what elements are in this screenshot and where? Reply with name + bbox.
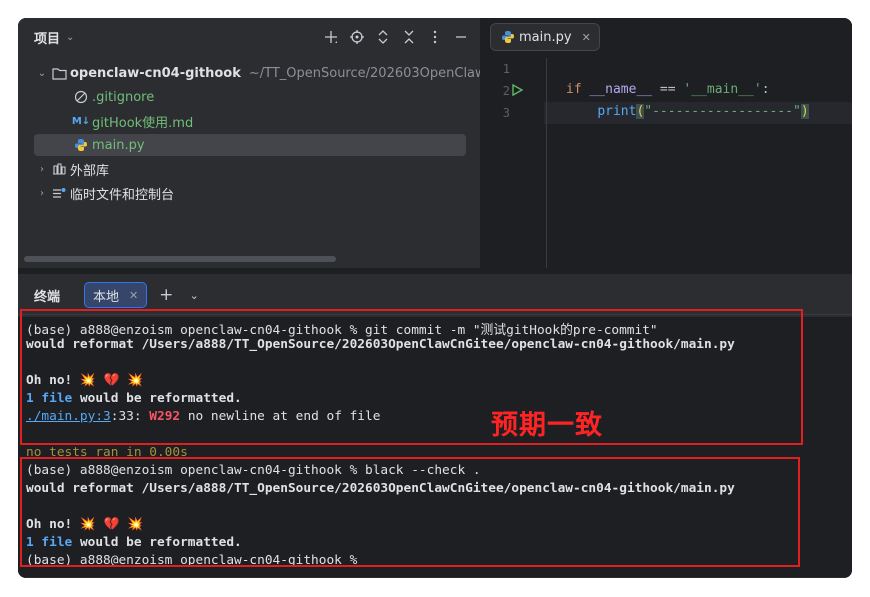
tree-item-external-libraries[interactable]: › 外部库 [34, 158, 109, 180]
tree-item-project-root[interactable]: ⌄ openclaw-cn04-githook ~/TT_OpenSource/… [34, 62, 503, 84]
tree-item-gitignore[interactable]: .gitignore [72, 86, 154, 108]
project-panel-title: 项目 [34, 31, 61, 47]
editor-tab-bar: main.py ✕ [490, 23, 600, 51]
line-number: 1 [502, 62, 510, 76]
tree-item-label: openclaw-cn04-githook [70, 65, 241, 81]
keyword-if: if [566, 82, 582, 97]
string-literal: "------------------" [644, 104, 801, 119]
terminal-tab-label: 本地 [93, 289, 120, 305]
folder-icon [50, 65, 68, 81]
tree-item-label: .gitignore [92, 89, 155, 105]
project-panel-header[interactable]: 项目 ⌄ [34, 28, 75, 47]
annotation-box-black-check [20, 457, 800, 567]
editor-panel: main.py ✕ 1 2 3 if __name__ == '__main__… [484, 18, 852, 268]
scratches-icon [50, 185, 68, 201]
python-file-icon [499, 29, 517, 45]
chevron-down-icon: ⌄ [66, 31, 75, 43]
terminal-title: 终端 [34, 289, 61, 305]
locate-file-icon[interactable] [344, 26, 370, 48]
operator: == [652, 82, 684, 97]
line-number: 2 [502, 84, 510, 98]
project-panel: 项目 ⌄ ⌄ openclaw-cn04-githook ~/TT_OpenSo… [18, 18, 503, 268]
markdown-file-icon: M↓ [71, 115, 91, 127]
run-icon[interactable] [510, 82, 524, 101]
dunder-name: __name__ [589, 82, 653, 97]
line-number: 3 [502, 106, 510, 120]
close-icon[interactable]: ✕ [129, 289, 138, 302]
tree-item-label: main.py [92, 137, 145, 153]
tree-item-label: gitHook使用.md [92, 115, 194, 131]
minimize-icon[interactable] [448, 26, 474, 48]
gutter-divider [546, 58, 547, 268]
code-line-3[interactable]: print("------------------") [566, 104, 809, 119]
annotation-box-commit [20, 309, 803, 445]
tree-item-githook-md[interactable]: M↓ gitHook使用.md [72, 110, 193, 132]
more-options-icon[interactable] [422, 26, 448, 48]
python-file-icon [72, 137, 90, 153]
horizontal-scrollbar[interactable] [24, 256, 336, 262]
editor-gutter: 1 2 3 [484, 58, 544, 268]
tree-item-path-hint: ~/TT_OpenSource/202603OpenClawCn [248, 65, 503, 81]
tree-item-label: 临时文件和控制台 [70, 187, 175, 203]
chevron-right-icon: › [40, 163, 44, 175]
add-icon[interactable]: + [157, 285, 175, 305]
ignored-file-icon [72, 89, 90, 105]
tree-item-label: 外部库 [70, 163, 110, 179]
library-icon [50, 161, 68, 177]
terminal-header: 终端 本地 ✕ + ⌄ [34, 282, 203, 308]
paren-close: ) [800, 104, 809, 119]
function-print: print [597, 104, 637, 119]
close-icon[interactable]: ✕ [582, 31, 591, 44]
code-line-2[interactable]: if __name__ == '__main__': [566, 82, 770, 97]
annotation-label: 预期一致 [491, 410, 603, 441]
editor-tab-label: main.py [519, 29, 572, 45]
tree-item-main-py[interactable]: main.py [34, 134, 466, 156]
new-file-icon[interactable] [318, 26, 344, 48]
editor-tab-main-py[interactable]: main.py ✕ [490, 23, 600, 51]
chevron-down-icon[interactable]: ⌄ [185, 289, 203, 302]
colon: : [761, 82, 770, 97]
collapse-all-icon[interactable] [396, 26, 422, 48]
chevron-right-icon: › [40, 187, 44, 199]
chevron-down-icon: ⌄ [37, 67, 47, 79]
string-literal: '__main__' [683, 82, 762, 97]
terminal-tab-local[interactable]: 本地 ✕ [84, 282, 148, 308]
expand-all-icon[interactable] [370, 26, 396, 48]
project-toolbar [318, 26, 474, 48]
tree-item-scratches[interactable]: › 临时文件和控制台 [34, 182, 174, 204]
